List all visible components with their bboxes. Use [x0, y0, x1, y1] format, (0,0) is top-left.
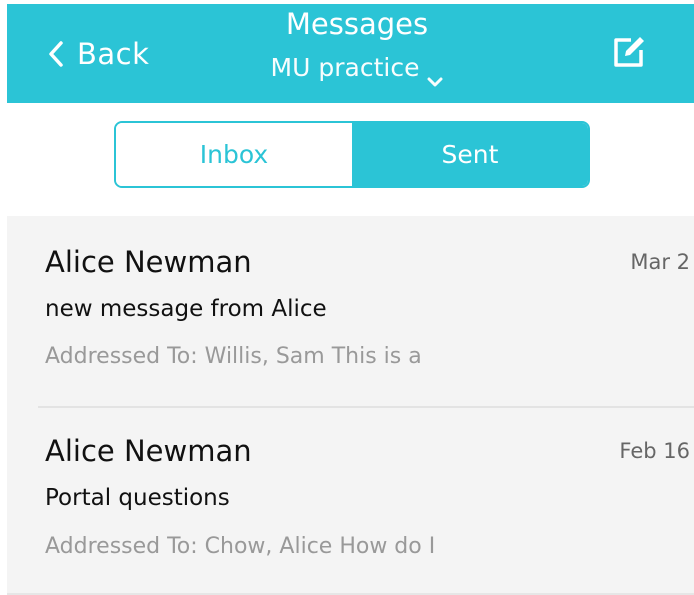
- practice-selector[interactable]: MU practice: [270, 50, 444, 87]
- title-block: Messages MU practice: [207, 6, 507, 87]
- message-subject: new message from Alice: [45, 296, 327, 322]
- list-item[interactable]: Alice Newman Mar 2 new message from Alic…: [7, 216, 694, 408]
- mailbox-segmented-control: Inbox Sent: [114, 121, 590, 188]
- tab-inbox[interactable]: Inbox: [116, 123, 352, 186]
- message-date: Mar 2: [630, 250, 690, 274]
- message-subject: Portal questions: [45, 485, 230, 511]
- back-button[interactable]: Back: [45, 32, 149, 76]
- compose-icon: [611, 37, 647, 74]
- message-sender: Alice Newman: [45, 245, 252, 279]
- page-title: Messages: [285, 7, 429, 41]
- list-item[interactable]: Alice Newman Feb 16 Portal questions Add…: [7, 404, 694, 592]
- tab-sent[interactable]: Sent: [352, 123, 588, 186]
- header-bar: Back Messages MU practice: [7, 4, 694, 103]
- messages-screen: Back Messages MU practice Inbox Sent Ali…: [0, 0, 694, 595]
- message-date: Feb 16: [619, 439, 690, 463]
- practice-selector-label: MU practice: [270, 53, 420, 82]
- message-preview: Addressed To: Willis, Sam This is a: [45, 344, 422, 369]
- chevron-left-icon: [45, 39, 67, 69]
- back-label: Back: [77, 37, 150, 71]
- compose-button[interactable]: [611, 34, 647, 70]
- message-list: Alice Newman Mar 2 new message from Alic…: [7, 216, 694, 595]
- message-preview: Addressed To: Chow, Alice How do I: [45, 534, 436, 559]
- chevron-down-icon: [427, 62, 443, 87]
- message-sender: Alice Newman: [45, 434, 252, 468]
